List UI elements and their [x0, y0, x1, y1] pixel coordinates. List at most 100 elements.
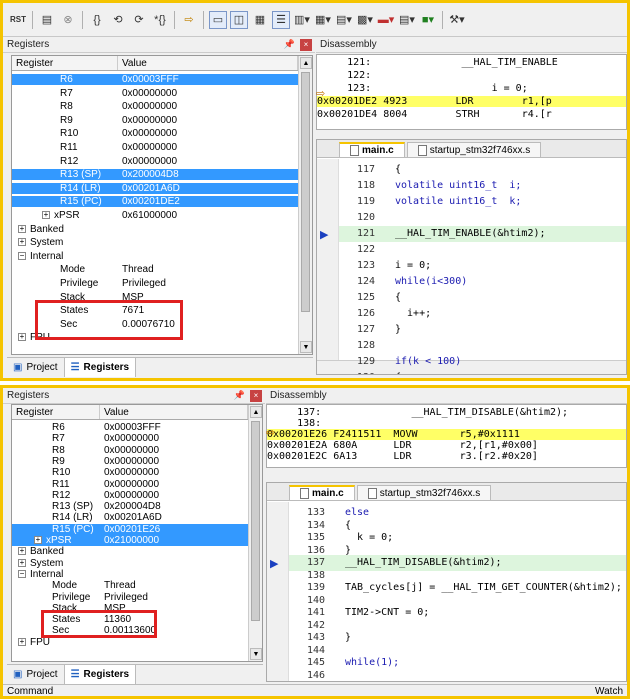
code-line[interactable]: 123 i = 0; — [339, 258, 626, 274]
register-value[interactable]: Thread — [122, 264, 154, 275]
code-line[interactable]: 124 while(i<300) — [339, 274, 626, 290]
register-value[interactable]: 0x00000000 — [104, 490, 159, 501]
disassembly-line[interactable]: 122: — [317, 70, 626, 81]
register-row[interactable]: Privilege Privileged — [12, 592, 248, 603]
run-icon[interactable]: ▤ — [38, 11, 56, 29]
register-row[interactable]: R11 0x00000000 — [12, 479, 248, 490]
pin-icon[interactable]: 📌 — [284, 39, 295, 50]
system-viewer-icon[interactable]: ■▾ — [419, 11, 437, 29]
command-window-icon[interactable]: ▭ — [209, 10, 227, 29]
tab-registers[interactable]: ☰ Registers — [64, 665, 137, 684]
register-value[interactable]: 0x00201A6D — [104, 512, 162, 523]
watch-label[interactable]: Watch — [595, 686, 623, 696]
register-row[interactable]: R15 (PC) 0x00201DE2 — [12, 196, 298, 208]
register-row[interactable]: + Banked — [12, 224, 298, 235]
register-row[interactable]: + Banked — [12, 546, 248, 557]
expand-icon[interactable]: + — [18, 238, 26, 247]
tab-project[interactable]: ▣ Project — [7, 358, 65, 377]
collapse-icon[interactable]: − — [18, 251, 26, 260]
register-row[interactable]: + xPSR 0x61000000 — [12, 210, 298, 221]
register-value[interactable]: 0x00000000 — [104, 456, 159, 467]
register-value[interactable]: 0x00201E26 — [104, 524, 160, 535]
tools-icon[interactable]: ⚒▾ — [448, 11, 466, 29]
code-editor[interactable]: main.c startup_stm32f746xx.s 133 else 134{… — [266, 482, 627, 682]
tab-main-c[interactable]: main.c — [289, 485, 355, 500]
breakpoint-gutter[interactable] — [267, 502, 289, 681]
disassembly-line[interactable]: 0x00201DE2 4923 LDR r1,[p — [317, 96, 626, 107]
register-value[interactable]: 0x00000000 — [122, 115, 177, 126]
scroll-thumb[interactable] — [301, 72, 310, 312]
register-value[interactable]: 0x200004D8 — [104, 501, 161, 512]
disassembly-line[interactable]: 0x00201DE4 8004 STRH r4.[r — [317, 109, 626, 120]
disassembly-line[interactable]: 121: __HAL_TIM_ENABLE — [317, 57, 626, 68]
register-value[interactable]: 0x00003FFF — [104, 422, 161, 433]
expand-icon[interactable]: + — [18, 547, 26, 556]
expand-icon[interactable]: + — [18, 224, 26, 233]
step-into-icon[interactable]: {} — [88, 11, 106, 29]
step-out-icon[interactable]: ⟳ — [130, 11, 148, 29]
analysis-window-icon[interactable]: ▬▾ — [377, 11, 395, 29]
register-value[interactable]: 0x00000000 — [122, 101, 177, 112]
symbols-window-icon[interactable]: ▦ — [251, 11, 269, 29]
code-line[interactable]: 128 — [339, 338, 626, 354]
register-row[interactable]: R8 0x00000000 — [12, 101, 298, 112]
expand-icon[interactable]: + — [18, 637, 26, 646]
register-row[interactable]: R11 0x00000000 — [12, 142, 298, 153]
reset-icon[interactable]: RST — [9, 11, 27, 29]
register-row[interactable]: − Internal — [12, 569, 248, 580]
expand-icon[interactable]: + — [18, 333, 26, 342]
disassembly-window-icon[interactable]: ◫ — [230, 10, 248, 29]
register-value[interactable]: Privileged — [104, 592, 148, 603]
code-line[interactable]: 146 — [289, 668, 626, 682]
register-row[interactable]: R14 (LR) 0x00201A6D — [12, 512, 248, 523]
register-row[interactable]: R13 (SP) 0x200004D8 — [12, 169, 298, 181]
register-row[interactable]: R12 0x00000000 — [12, 156, 298, 167]
disassembly-line[interactable]: 123: i = 0; — [317, 83, 626, 94]
register-value[interactable]: 0x00000000 — [104, 445, 159, 456]
register-row[interactable]: − Internal — [12, 251, 298, 262]
register-row[interactable]: + xPSR 0x21000000 — [12, 535, 248, 546]
registers-scrollbar[interactable]: ▲ ▼ — [248, 405, 262, 661]
call-stack-icon[interactable]: ▥▾ — [293, 11, 311, 29]
show-next-statement-icon[interactable]: ⇨ — [180, 11, 198, 29]
register-row[interactable]: R8 0x00000000 — [12, 445, 248, 456]
register-row[interactable]: R14 (LR) 0x00201A6D — [12, 182, 298, 194]
register-value[interactable]: 0x00000000 — [104, 479, 159, 490]
pin-icon[interactable]: 📌 — [234, 390, 245, 401]
register-row[interactable]: + System — [12, 237, 298, 248]
register-value[interactable]: Thread — [104, 580, 136, 591]
register-row[interactable]: R13 (SP) 0x200004D8 — [12, 501, 248, 512]
register-value[interactable]: 0x200004D8 — [122, 169, 179, 180]
disassembly-line[interactable]: 137: __HAL_TIM_DISABLE(&htim2); — [267, 407, 626, 418]
column-register[interactable]: Register — [12, 56, 118, 70]
scroll-up-icon[interactable]: ▲ — [300, 57, 312, 69]
disassembly-line[interactable]: 0x00201E2C 6A13 LDR r3.[r2.#0x20] — [267, 451, 626, 462]
code-line[interactable]: 121 __HAL_TIM_ENABLE(&htim2); — [339, 226, 626, 242]
register-row[interactable]: + System — [12, 558, 248, 569]
code-line[interactable]: 119 volatile uint16_t k; — [339, 194, 626, 210]
register-row[interactable]: R6 0x00003FFF — [12, 74, 298, 85]
register-value[interactable]: 0x00003FFF — [122, 74, 179, 85]
register-value[interactable]: 0x00000000 — [122, 142, 177, 153]
register-row[interactable]: R12 0x00000000 — [12, 490, 248, 501]
serial-window-icon[interactable]: ▩▾ — [356, 11, 374, 29]
close-icon[interactable]: × — [300, 39, 312, 51]
scroll-thumb[interactable] — [251, 421, 260, 621]
code-line[interactable]: 129 if(k < 100) — [339, 354, 626, 370]
column-register[interactable]: Register — [12, 405, 100, 419]
register-row[interactable]: Mode Thread — [12, 264, 298, 275]
tab-startup[interactable]: startup_stm32f746xx.s — [356, 485, 492, 500]
register-row[interactable]: Privilege Privileged — [12, 278, 298, 289]
code-line[interactable]: 127} — [339, 322, 626, 338]
register-value[interactable]: 0x00201DE2 — [122, 196, 180, 207]
code-line[interactable]: 122 — [339, 242, 626, 258]
register-row[interactable]: + FPU — [12, 637, 248, 648]
disassembly-line[interactable]: 0x00201E26 F2411511 MOVW r5,#0x1111 — [267, 429, 626, 440]
column-value[interactable]: Value — [118, 56, 298, 70]
expand-icon[interactable]: + — [18, 558, 26, 567]
code-editor[interactable]: main.c startup_stm32f746xx.s 117 {118 vola… — [316, 139, 627, 375]
code-line[interactable]: 120 — [339, 210, 626, 226]
expand-icon[interactable]: + — [42, 211, 50, 219]
register-row[interactable]: R9 0x00000000 — [12, 456, 248, 467]
code-line[interactable]: 130 { — [339, 370, 626, 374]
